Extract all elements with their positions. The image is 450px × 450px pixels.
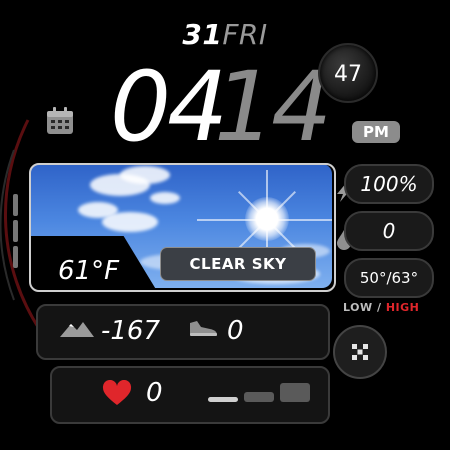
weather-condition-text: CLEAR SKY <box>189 255 287 273</box>
low-high-separator: / <box>376 301 382 314</box>
low-high-legend: LOW / HIGH <box>343 301 419 314</box>
heart-zone-segment <box>208 397 238 402</box>
mountain-icon <box>60 322 94 337</box>
precipitation-pill[interactable]: 0 <box>344 211 434 251</box>
date-display[interactable]: 31FRI <box>0 17 450 53</box>
heart-rate-value: 0 <box>146 378 163 408</box>
ampm-badge: PM <box>352 121 400 143</box>
low-high-pill[interactable]: 50°/63° <box>344 258 434 298</box>
high-label: HIGH <box>385 301 420 314</box>
calendar-icon[interactable] <box>45 106 75 136</box>
temperature-value: 61°F <box>58 256 120 286</box>
side-dash <box>13 246 18 268</box>
watch-face: 31FRI 04 14 47 PM 61°F CLEAR SKY 100% 0 … <box>0 0 450 450</box>
weather-condition-badge: CLEAR SKY <box>160 247 316 281</box>
time-hours: 04 <box>110 51 228 163</box>
steps-value: 0 <box>227 316 244 346</box>
heart-zone-segment <box>244 392 274 402</box>
apps-button[interactable] <box>333 325 387 379</box>
sun-icon <box>245 197 289 241</box>
ampm-label: PM <box>363 123 389 141</box>
battery-value: 100% <box>360 172 418 196</box>
time-minutes: 14 <box>214 51 332 163</box>
heart-icon <box>102 380 132 405</box>
time-seconds: 47 <box>334 61 362 87</box>
precipitation-value: 0 <box>382 219 396 243</box>
shoe-icon <box>190 321 217 336</box>
battery-pill[interactable]: 100% <box>344 164 434 204</box>
date-weekday: FRI <box>222 18 268 51</box>
date-day-number: 31 <box>182 18 223 51</box>
low-high-value: 50°/63° <box>359 269 419 287</box>
side-dash <box>13 220 18 242</box>
heart-zone-segment <box>280 383 310 402</box>
seconds-bubble: 47 <box>318 43 378 103</box>
side-dash <box>13 194 18 216</box>
dots-icon <box>352 344 368 360</box>
low-label: LOW <box>343 301 373 314</box>
elevation-value: -167 <box>101 316 161 346</box>
